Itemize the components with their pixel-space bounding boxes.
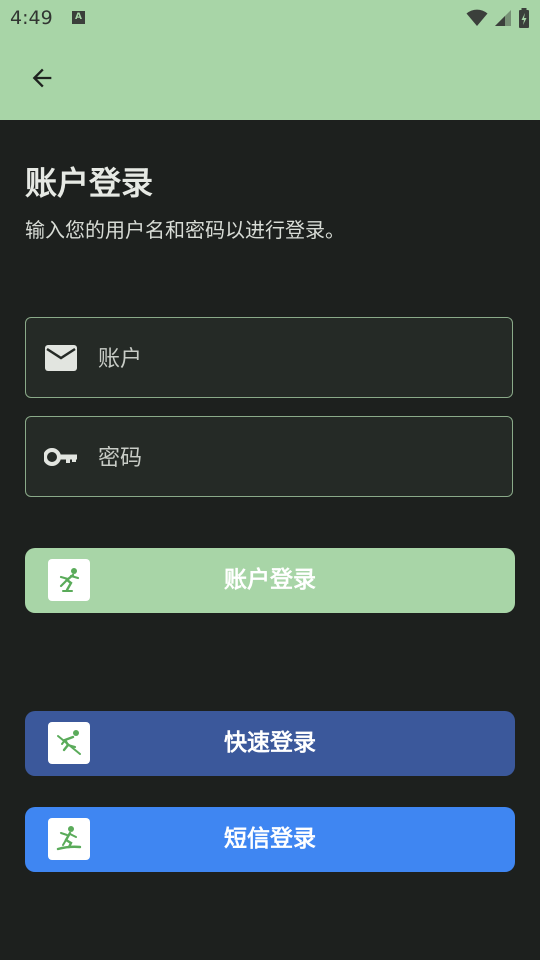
quick-login-button[interactable]: 快速登录 [25,711,515,776]
status-time: 4:49 [10,7,53,29]
account-field[interactable] [25,317,513,398]
signal-icon [495,10,511,26]
back-button[interactable] [18,56,66,100]
sms-login-label: 短信登录 [224,826,316,852]
status-bar: 4:49 A [0,0,540,36]
password-field[interactable] [25,416,513,497]
app-bar [0,36,540,120]
email-icon [44,342,78,374]
quick-login-label: 快速登录 [224,730,316,756]
wifi-icon [466,9,488,26]
password-input[interactable] [96,435,500,481]
page-subtitle: 输入您的用户名和密码以进行登录。 [25,218,345,242]
page-title: 账户登录 [25,164,154,202]
account-login-label: 账户登录 [224,567,316,593]
key-icon [44,441,78,473]
account-login-button[interactable]: 账户登录 [25,548,515,613]
arrow-back-icon [32,68,52,88]
sms-login-button[interactable]: 短信登录 [25,807,515,872]
account-input[interactable] [96,336,500,382]
status-icons [466,7,530,29]
notification-icon: A [72,11,85,24]
battery-icon [519,8,529,28]
